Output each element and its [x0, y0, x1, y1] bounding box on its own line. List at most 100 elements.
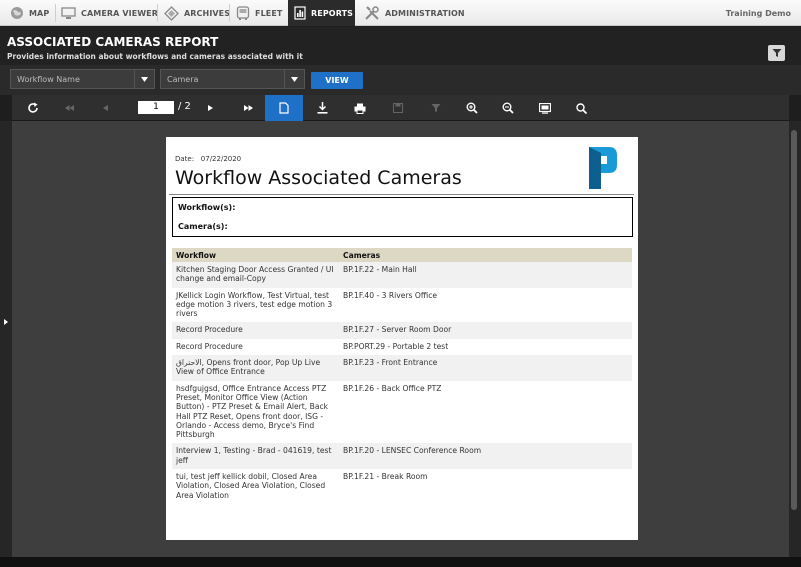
refresh-icon — [28, 102, 38, 113]
view-button[interactable]: VIEW — [311, 72, 363, 89]
filter-icon — [772, 49, 781, 57]
save-icon — [393, 103, 403, 113]
workflow-select-value: Workflow Name — [17, 74, 80, 84]
report-header: ASSOCIATED CAMERAS REPORT Provides infor… — [0, 27, 801, 65]
date-label: Date: — [175, 155, 195, 163]
nav-archives[interactable]: ARCHIVES — [164, 0, 230, 26]
workflow-cell: Interview 1, Testing - Brad - 041619, te… — [172, 443, 339, 470]
report-subtitle: Provides information about workflows and… — [7, 52, 303, 61]
table-row: الاحتراق, Opens front door, Pop Up Live … — [172, 355, 632, 381]
archive-icon — [164, 5, 179, 21]
nav-label: CAMERA VIEWER — [81, 8, 159, 18]
filter-button[interactable] — [417, 95, 455, 121]
camera-cell: BP.1F.22 - Main Hall — [339, 262, 632, 288]
last-page-button[interactable] — [229, 95, 267, 121]
export-button[interactable] — [303, 95, 341, 121]
table-row: tui, test jeff kellick dobil, Closed Are… — [172, 469, 632, 504]
page-total: / 2 — [178, 101, 191, 112]
report-table: Workflow Cameras Kitchen Staging Door Ac… — [172, 248, 632, 504]
table-row: hsdfgujgsd, Office Entrance Access PTZ P… — [172, 381, 632, 444]
workflow-cell: tui, test jeff kellick dobil, Closed Are… — [176, 472, 326, 500]
previous-page-button[interactable] — [86, 95, 124, 121]
previous-page-icon — [102, 105, 108, 111]
nav-fleet[interactable]: FLEET — [236, 0, 282, 26]
refresh-button[interactable] — [14, 95, 52, 121]
zoom-in-button[interactable] — [453, 95, 491, 121]
nav-label: MAP — [29, 8, 50, 18]
page-number-input[interactable]: 1 — [138, 101, 174, 114]
filter-toggle-button[interactable] — [768, 45, 785, 61]
table-header-row: Workflow Cameras — [172, 248, 632, 262]
report-title: ASSOCIATED CAMERAS REPORT — [7, 35, 219, 49]
camera-cell: BP.1F.40 - 3 Rivers Office — [343, 290, 438, 300]
workflow-cell: Kitchen Staging Door Access Granted / UI… — [172, 262, 339, 288]
tools-icon — [365, 6, 379, 20]
criteria-box: Workflow(s): Camera(s): — [172, 197, 633, 237]
camera-cell: BP.1F.27 - Server Room Door — [339, 322, 632, 339]
fit-page-button[interactable] — [526, 95, 564, 121]
camera-cell: BP.1F.20 - LENSEC Conference Room — [339, 443, 632, 470]
company-logo — [589, 147, 617, 189]
nav-label: FLEET — [255, 8, 283, 18]
nav-label: REPORTS — [311, 8, 354, 18]
chevron-down-icon — [284, 70, 304, 88]
workflow-cell: hsdfgujgsd, Office Entrance Access PTZ P… — [176, 383, 329, 440]
top-navigation: MAP CAMERA VIEWER ARCHIVES FLEET REPORTS… — [0, 0, 801, 26]
report-date: Date: 07/22/2020 — [175, 155, 241, 163]
camera-select[interactable]: Camera — [160, 69, 305, 89]
workflow-cell: Record Procedure — [176, 341, 243, 351]
user-name[interactable]: Training Demo — [726, 0, 791, 26]
nav-map[interactable]: MAP — [10, 0, 49, 26]
nav-camera-viewer[interactable]: CAMERA VIEWER — [61, 0, 158, 26]
cameras-criteria-label: Camera(s): — [178, 222, 228, 231]
scrollbar-thumb[interactable] — [791, 130, 797, 510]
camera-cell: BP.1F.23 - Front Entrance — [339, 355, 632, 381]
zoom-in-icon — [466, 102, 478, 114]
table-row: Kitchen Staging Door Access Granted / UI… — [172, 262, 632, 288]
filter-icon — [431, 104, 441, 112]
page-icon — [279, 102, 289, 114]
first-page-button[interactable] — [50, 95, 88, 121]
first-page-icon — [64, 105, 74, 111]
download-icon — [317, 102, 327, 114]
next-page-button[interactable] — [191, 95, 229, 121]
table-row: Record Procedure BP.1F.27 - Server Room … — [172, 322, 632, 339]
bus-icon — [236, 5, 250, 20]
column-header-workflow: Workflow — [172, 248, 339, 262]
table-row: JKellick Login Workflow, Test Virtual, t… — [172, 288, 632, 323]
date-value: 07/22/2020 — [200, 155, 242, 163]
fit-page-icon — [539, 102, 551, 114]
column-header-cameras: Cameras — [339, 248, 632, 262]
filter-bar: Workflow Name Camera VIEW — [0, 65, 801, 95]
monitor-icon — [61, 6, 76, 19]
report-page: Date: 07/22/2020 Workflow Associated Cam… — [166, 137, 638, 540]
nav-label: ADMINISTRATION — [385, 8, 465, 18]
save-button[interactable] — [379, 95, 417, 121]
single-page-view-button[interactable] — [265, 95, 303, 121]
search-icon — [575, 102, 587, 114]
search-button[interactable] — [562, 95, 600, 121]
zoom-out-icon — [502, 102, 514, 114]
zoom-out-button[interactable] — [489, 95, 527, 121]
workflow-cell: JKellick Login Workflow, Test Virtual, t… — [176, 290, 333, 319]
globe-icon — [11, 7, 23, 19]
workflow-cell: Record Procedure — [172, 322, 339, 339]
table-row: Record Procedure BP.PORT.29 - Portable 2… — [172, 339, 632, 355]
workflow-name-select[interactable]: Workflow Name — [10, 69, 155, 89]
print-button[interactable] — [341, 95, 379, 121]
nav-administration[interactable]: ADMINISTRATION — [364, 0, 465, 26]
title-divider — [169, 194, 634, 195]
bottom-bar — [0, 557, 801, 567]
next-page-icon — [207, 105, 213, 111]
document-title: Workflow Associated Cameras — [175, 167, 462, 189]
report-icon — [294, 6, 306, 20]
camera-select-value: Camera — [167, 74, 199, 84]
camera-cell: BP.1F.21 - Break Room — [343, 472, 428, 482]
table-row: Interview 1, Testing - Brad - 041619, te… — [172, 443, 632, 470]
print-icon — [354, 103, 366, 114]
nav-reports[interactable]: REPORTS — [288, 0, 355, 26]
workflow-cell: الاحتراق, Opens front door, Pop Up Live … — [172, 355, 339, 381]
expand-panel-icon[interactable] — [4, 319, 8, 325]
report-viewer-toolbar: 1 / 2 — [12, 95, 789, 121]
left-panel-strip — [0, 121, 12, 557]
